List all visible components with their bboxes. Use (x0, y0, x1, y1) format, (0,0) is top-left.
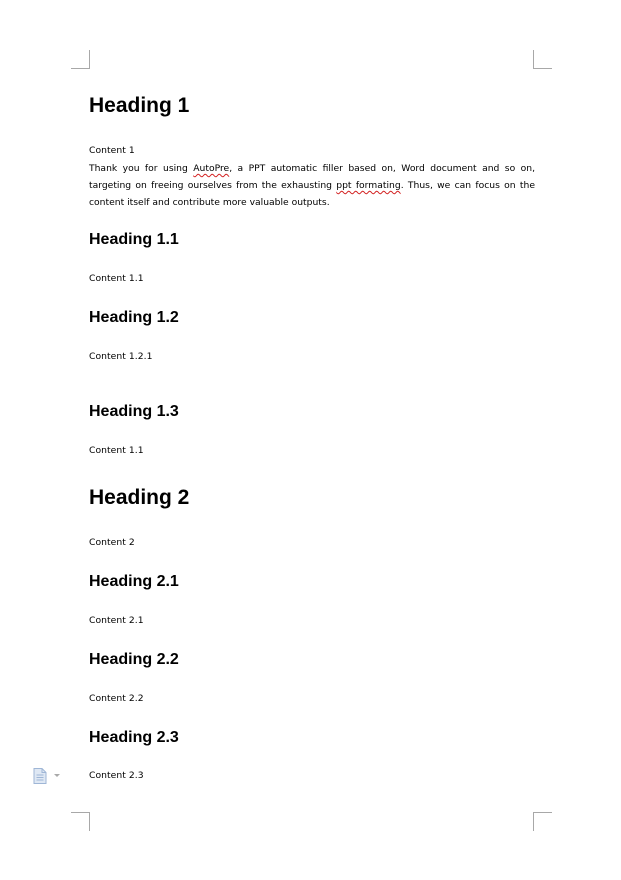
margin-mark-bottom-right (533, 812, 552, 831)
spelling-error[interactable]: AutoPre (193, 163, 229, 174)
paragraph-content-1-3: Content 1.1 (89, 445, 144, 456)
chevron-down-icon (54, 774, 60, 777)
margin-mark-bottom-left (71, 812, 90, 831)
heading-1-1: Heading 1.1 (89, 231, 179, 248)
paragraph-content-2-2: Content 2.2 (89, 693, 144, 704)
margin-mark-top-left (71, 50, 90, 69)
paste-options-button[interactable] (33, 768, 63, 784)
paragraph-content-2-1: Content 2.1 (89, 615, 144, 626)
heading-2-3: Heading 2.3 (89, 729, 179, 746)
paragraph-intro-line-1: Thank you for using AutoPre, a PPT autom… (89, 163, 535, 174)
heading-1-2: Heading 1.2 (89, 309, 179, 326)
spelling-error[interactable]: ppt formating (336, 180, 400, 191)
paragraph-intro: Thank you for using AutoPre, a PPT autom… (89, 160, 535, 211)
heading-1-3: Heading 1.3 (89, 403, 179, 420)
heading-2-1: Heading 2.1 (89, 573, 179, 590)
margin-mark-top-right (533, 50, 552, 69)
paragraph-content-2-3: Content 2.3 (89, 770, 144, 781)
document-page: Heading 1 Content 1 Thank you for using … (0, 0, 621, 880)
paragraph-content-1-1: Content 1.1 (89, 273, 144, 284)
paragraph-intro-line-2: targeting on freeing ourselves from the … (89, 180, 535, 191)
heading-1: Heading 1 (89, 94, 190, 117)
paragraph-content-1-2-1: Content 1.2.1 (89, 351, 153, 362)
heading-2-2: Heading 2.2 (89, 651, 179, 668)
heading-2: Heading 2 (89, 486, 190, 509)
paste-options-icon (33, 768, 60, 784)
paragraph-content-2: Content 2 (89, 537, 135, 548)
paragraph-intro-line-3: content itself and contribute more valua… (89, 197, 330, 208)
paragraph-content-1: Content 1 (89, 145, 135, 156)
